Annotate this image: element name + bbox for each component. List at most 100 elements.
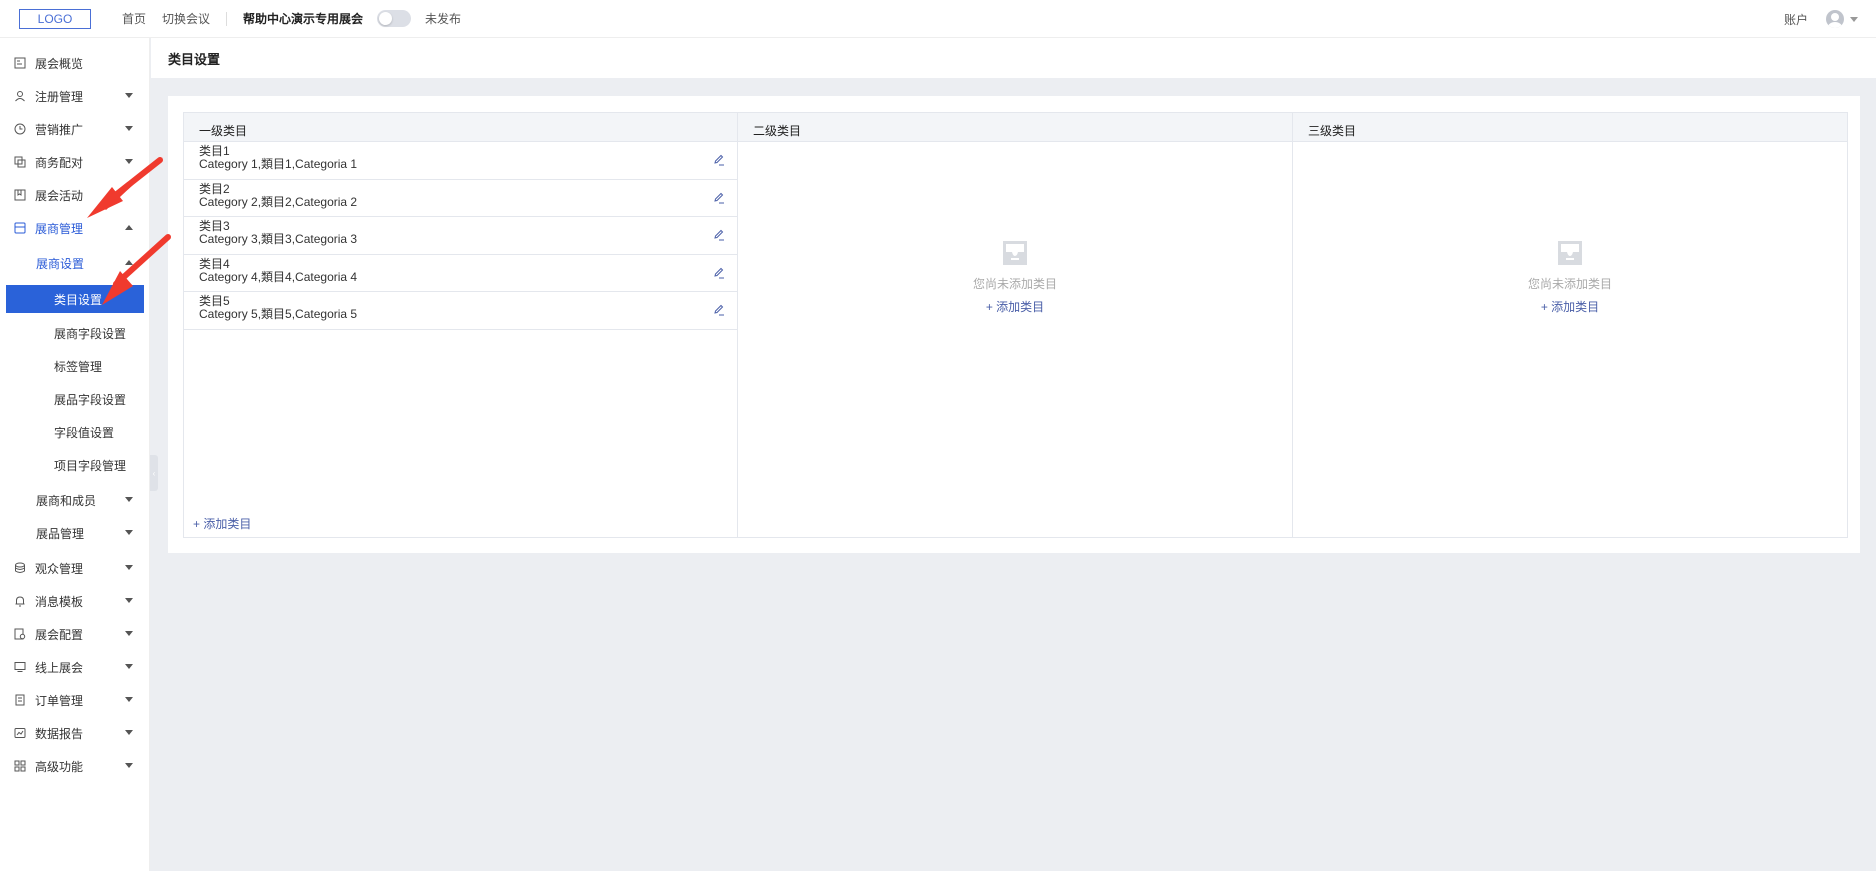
category-desc: Category 5,類目5,Categoria 5 — [199, 307, 358, 321]
sidebar-item-tags[interactable]: 标签管理 — [0, 352, 150, 380]
sidebar-item-label: 展品字段设置 — [54, 392, 127, 407]
category-desc: Category 3,類目3,Categoria 3 — [199, 232, 358, 246]
column-title: 一级类目 — [199, 124, 248, 138]
chevron-left-icon: ‹ — [152, 468, 156, 478]
edit-icon[interactable] — [713, 267, 725, 279]
sidebar-item-label: 商务配对 — [35, 155, 84, 170]
top-bar: LOGO 首页 切换会议 帮助中心演示专用展会 未发布 账户 — [0, 0, 1876, 38]
column-title: 三级类目 — [1308, 124, 1357, 138]
logo[interactable]: LOGO — [19, 8, 91, 29]
chevron-down-icon — [125, 93, 133, 98]
sidebar-item-project-fields[interactable]: 项目字段管理 — [0, 451, 150, 479]
chevron-down-icon — [125, 530, 133, 535]
sidebar-item-visitors[interactable]: 观众管理 — [0, 554, 150, 582]
sidebar-item-product-fields[interactable]: 展品字段设置 — [0, 385, 150, 413]
sidebar-item-overview[interactable]: 展会概览 — [0, 49, 150, 77]
chevron-down-icon — [125, 664, 133, 669]
category-name: 类目2 — [199, 181, 230, 196]
order-icon — [14, 694, 26, 706]
edit-icon[interactable] — [713, 229, 725, 241]
sidebar-item-exhibitor-fields[interactable]: 展商字段设置 — [0, 319, 150, 347]
sidebar-item-matchmaking[interactable]: 商务配对 — [0, 148, 150, 176]
page-header: 类目设置 — [151, 38, 1876, 78]
account-link[interactable]: 账户 — [1784, 11, 1808, 28]
level1-header: 一级类目 — [184, 113, 737, 142]
publish-toggle[interactable] — [377, 10, 412, 27]
sidebar: 展会概览 注册管理 营销推广 商务配对 展会活动 展商管理 展商设置 类目设置 … — [0, 38, 150, 871]
sidebar-item-label: 观众管理 — [35, 561, 84, 576]
sidebar-item-reports[interactable]: 数据报告 — [0, 719, 150, 747]
sidebar-item-message-templates[interactable]: 消息模板 — [0, 587, 150, 615]
sidebar-item-exhibitors[interactable]: 展商管理 — [0, 214, 150, 242]
nav-switch-meeting-link[interactable]: 切换会议 — [162, 10, 210, 27]
sidebar-item-registration[interactable]: 注册管理 — [0, 82, 150, 110]
add-category-button[interactable]: + 添加类目 — [193, 515, 251, 532]
inbox-icon — [1000, 239, 1030, 267]
chevron-down-icon — [125, 763, 133, 768]
sidebar-item-field-values[interactable]: 字段值设置 — [0, 418, 150, 446]
store-icon — [14, 222, 26, 234]
level2-header: 二级类目 — [738, 113, 1292, 142]
chevron-down-icon — [125, 159, 133, 164]
clock-icon — [14, 123, 26, 135]
overview-icon — [14, 57, 26, 69]
level2-panel: 二级类目 您尚未添加类目 + 添加类目 — [737, 112, 1293, 538]
sidebar-item-label: 类目设置 — [54, 292, 103, 307]
edit-icon[interactable] — [713, 304, 725, 316]
edit-icon[interactable] — [713, 192, 725, 204]
top-nav: 首页 切换会议 帮助中心演示专用展会 未发布 — [122, 10, 461, 27]
sidebar-item-label: 消息模板 — [35, 594, 84, 609]
sidebar-item-category-settings[interactable]: 类目设置 — [6, 285, 144, 313]
empty-state: 您尚未添加类目 + 添加类目 — [1293, 239, 1847, 315]
level3-header: 三级类目 — [1293, 113, 1847, 142]
sidebar-item-events[interactable]: 展会活动 — [0, 181, 150, 209]
chevron-down-icon — [125, 598, 133, 603]
settings-doc-icon — [14, 628, 26, 640]
nav-home-link[interactable]: 首页 — [122, 10, 146, 27]
sidebar-item-label: 字段值设置 — [54, 425, 115, 440]
empty-text: 您尚未添加类目 — [1527, 277, 1612, 291]
chevron-down-icon[interactable] — [1850, 16, 1858, 22]
edit-icon[interactable] — [713, 154, 725, 166]
avatar[interactable] — [1826, 10, 1844, 28]
sidebar-item-advanced[interactable]: 高级功能 — [0, 752, 150, 780]
inbox-icon — [1555, 239, 1585, 267]
sidebar-item-orders[interactable]: 订单管理 — [0, 686, 150, 714]
publish-status: 未发布 — [425, 12, 462, 26]
sidebar-item-label: 线上展会 — [35, 660, 84, 675]
chevron-down-icon — [125, 126, 133, 131]
add-category-button[interactable]: + 添加类目 — [738, 298, 1292, 315]
sidebar-item-expo-config[interactable]: 展会配置 — [0, 620, 150, 648]
category-row[interactable]: 类目3 Category 3,類目3,Categoria 3 — [184, 217, 737, 255]
sidebar-collapse-handle[interactable]: ‹ — [150, 455, 158, 491]
sidebar-item-label: 展品管理 — [36, 526, 85, 541]
sidebar-item-label: 订单管理 — [35, 693, 84, 708]
add-category-button[interactable]: + 添加类目 — [1293, 298, 1847, 315]
sidebar-item-label: 展商和成员 — [36, 493, 97, 508]
sidebar-item-marketing[interactable]: 营销推广 — [0, 115, 150, 143]
sidebar-item-label: 展会配置 — [35, 627, 84, 642]
sidebar-item-label: 数据报告 — [35, 726, 84, 741]
chevron-down-icon — [125, 497, 133, 502]
sidebar-item-exhibitor-settings[interactable]: 展商设置 — [0, 249, 150, 277]
nav-divider — [226, 11, 228, 26]
chevron-up-icon — [125, 260, 133, 265]
category-row[interactable]: 类目2 Category 2,類目2,Categoria 2 — [184, 180, 737, 217]
category-card: 一级类目 类目1 Category 1,類目1,Categoria 1 类目2 … — [168, 96, 1860, 553]
category-row[interactable]: 类目5 Category 5,類目5,Categoria 5 — [184, 292, 737, 330]
category-row[interactable]: 类目4 Category 4,類目4,Categoria 4 — [184, 255, 737, 292]
category-desc: Category 4,類目4,Categoria 4 — [199, 269, 358, 284]
sidebar-item-products[interactable]: 展品管理 — [0, 519, 150, 547]
sidebar-item-label: 注册管理 — [35, 89, 84, 104]
sidebar-item-label: 标签管理 — [54, 359, 103, 374]
sidebar-item-label: 高级功能 — [35, 759, 84, 774]
chevron-down-icon — [125, 730, 133, 735]
chevron-down-icon — [125, 631, 133, 636]
toggle-knob — [379, 12, 393, 25]
sidebar-item-exhibitors-members[interactable]: 展商和成员 — [0, 486, 150, 514]
sidebar-item-label: 展商字段设置 — [54, 326, 127, 341]
chevron-up-icon — [125, 225, 133, 230]
sidebar-item-online-expo[interactable]: 线上展会 — [0, 653, 150, 681]
category-row[interactable]: 类目1 Category 1,類目1,Categoria 1 — [184, 142, 737, 180]
page-title: 类目设置 — [168, 51, 221, 67]
